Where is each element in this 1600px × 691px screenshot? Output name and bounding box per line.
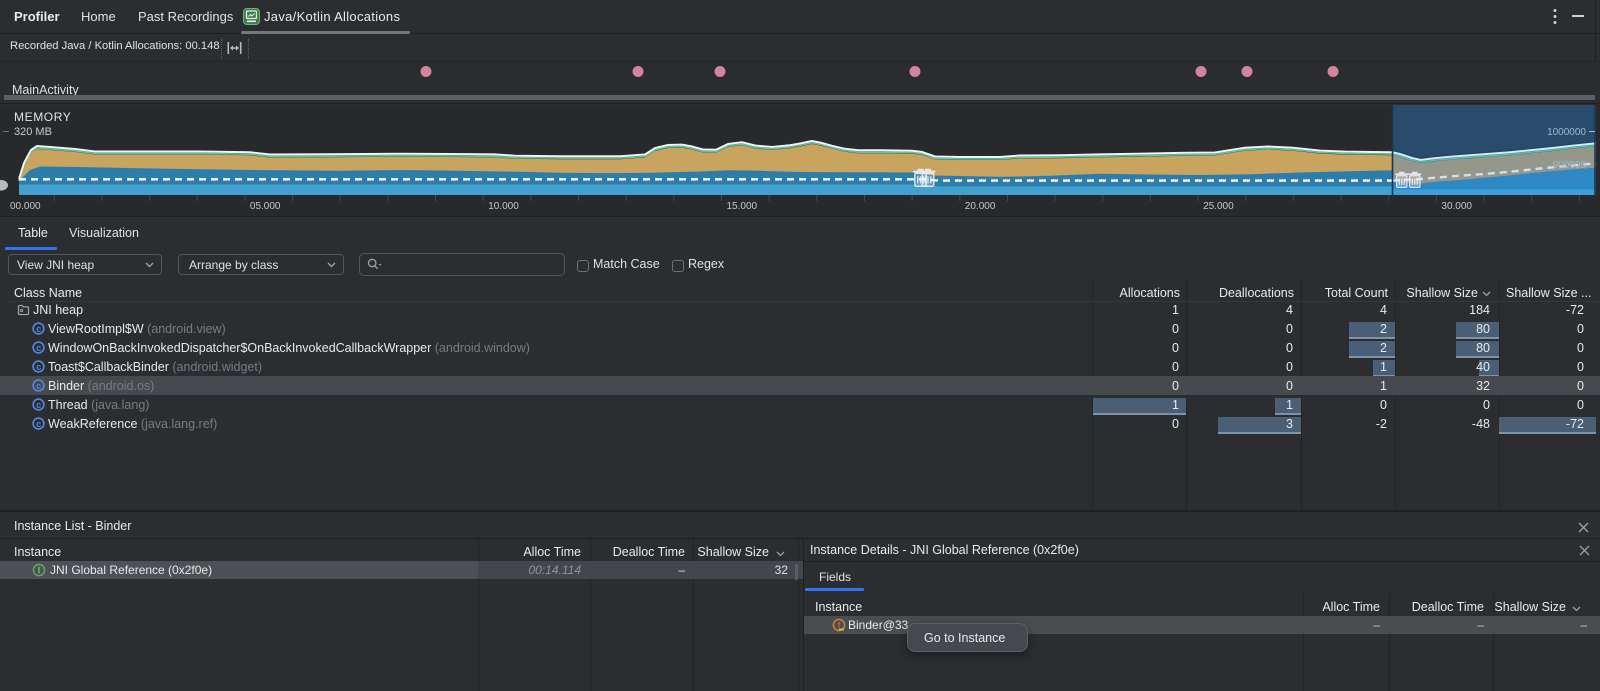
svg-text:c: c [36, 362, 41, 372]
svg-text:10.000: 10.000 [488, 201, 519, 212]
svg-text:00.000: 00.000 [10, 201, 41, 212]
svg-text:30.000: 30.000 [1441, 201, 1472, 212]
svg-text:c: c [36, 324, 41, 334]
svg-text:c: c [36, 400, 41, 410]
svg-text:20.000: 20.000 [965, 201, 996, 212]
svg-text:25.000: 25.000 [1203, 201, 1234, 212]
svg-text:c: c [36, 343, 41, 353]
svg-text:c: c [36, 419, 41, 429]
svg-text:c: c [36, 381, 41, 391]
svg-text:15.000: 15.000 [727, 201, 758, 212]
svg-text:1000000: 1000000 [1547, 127, 1586, 138]
svg-text:900000: 900000 [1553, 160, 1587, 171]
svg-text:05.000: 05.000 [250, 201, 281, 212]
